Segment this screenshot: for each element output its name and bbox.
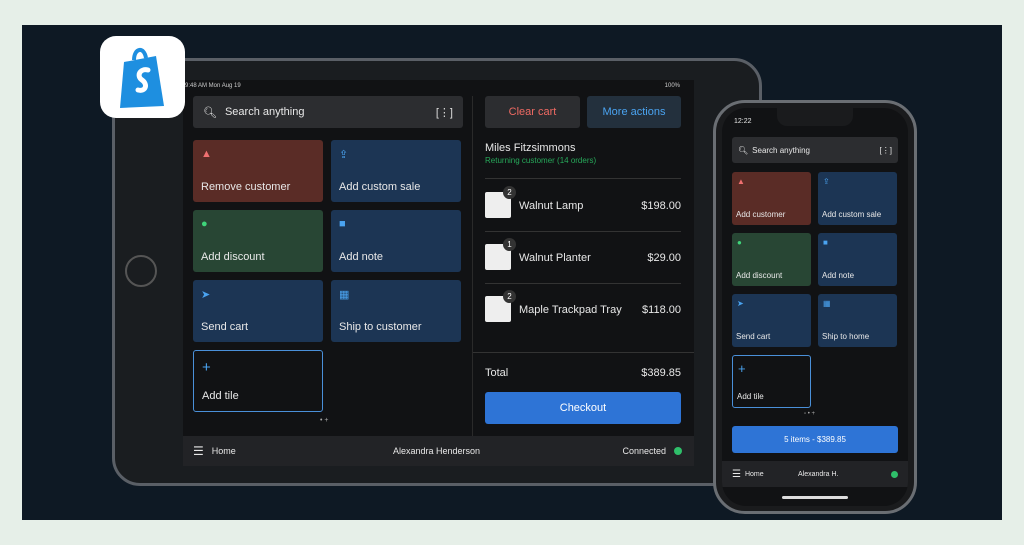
connection-status: Connected [622,446,666,456]
cart-item[interactable]: 2 Maple Trackpad Tray $118.00 [485,290,681,326]
menu-icon[interactable]: ☰ [193,444,204,458]
item-name: Maple Trackpad Tray [519,304,622,316]
tile-add-note[interactable]: ■ Add note [818,233,897,286]
tile-label: Send cart [736,332,771,341]
send-icon: ➤ [201,289,211,301]
search-icon: 🔍︎ [203,106,217,119]
discount-icon: ● [201,218,208,230]
shipping-icon: ▦ [823,299,831,308]
tile-add-custom-sale[interactable]: ⇪ Add custom sale [818,172,897,225]
tablet-screen: 9:48 AM Mon Aug 19 100% 🔍︎ Search anythi… [183,80,694,466]
item-price: $198.00 [641,200,681,212]
customer-name[interactable]: Miles Fitzsimmons [485,142,575,154]
tile-label: Add note [339,251,384,263]
cart-item[interactable]: 1 Walnut Planter $29.00 [485,238,681,274]
total-label: Total [485,367,509,379]
tile-label: Remove customer [201,181,291,193]
tile-ship-to-customer[interactable]: ▦ Ship to customer [331,280,461,342]
plus-icon: + [738,361,746,376]
home-indicator [782,496,848,499]
cart-item[interactable]: 2 Walnut Lamp $198.00 [485,186,681,222]
tile-remove-customer[interactable]: ▲ Remove customer [193,140,323,202]
checkout-button[interactable]: Checkout [485,392,681,424]
tile-ship-to-home[interactable]: ▦ Ship to home [818,294,897,347]
search-placeholder: Search anything [752,145,810,155]
tile-label: Add tile [737,392,764,401]
status-time: 12:22 [734,118,752,125]
status-battery: 100% [664,83,680,89]
tile-label: Add discount [201,251,265,263]
quantity-badge: 2 [503,186,516,199]
home-link[interactable]: Home [212,446,236,456]
clear-cart-button[interactable]: Clear cart [485,96,580,128]
tile-label: Add custom sale [339,181,421,193]
barcode-scan-icon[interactable]: [⋮] [436,106,453,119]
item-price: $118.00 [642,304,681,316]
tile-label: Add customer [736,210,786,219]
tile-add-tile[interactable]: + Add tile [732,355,811,408]
tablet-home-button [125,255,157,287]
tile-label: Add tile [202,390,239,402]
shopify-bag-icon [120,48,164,108]
tile-label: Add custom sale [822,210,882,219]
item-name: Walnut Lamp [519,200,584,212]
discount-icon: ● [737,238,742,247]
staff-name[interactable]: Alexandra Henderson [393,446,480,456]
more-actions-button[interactable]: More actions [587,96,681,128]
tile-add-discount[interactable]: ● Add discount [193,210,323,272]
staff-name[interactable]: Alexandra H. [798,471,838,478]
divider [472,96,473,436]
bottom-bar: ☰ Home Alexandra H. [722,461,908,487]
tile-add-custom-sale[interactable]: ⇪ Add custom sale [331,140,461,202]
note-icon: ■ [339,218,346,230]
item-name: Walnut Planter [519,252,591,264]
tile-label: Add discount [736,271,783,280]
phone-screen: 12:22 🔍︎ Search anything [⋮] ▲ Add custom… [722,108,908,506]
send-icon: ➤ [737,299,744,308]
barcode-scan-icon[interactable]: [⋮] [880,146,892,155]
shipping-icon: ▦ [339,289,350,301]
person-icon: ▲ [201,148,212,160]
divider [485,283,681,284]
status-time: 9:48 AM Mon Aug 19 [185,83,241,89]
total-value: $389.85 [641,367,681,379]
upload-tray-icon: ⇪ [339,149,349,161]
tile-send-cart[interactable]: ➤ Send cart [732,294,811,347]
tile-add-customer[interactable]: ▲ Add customer [732,172,811,225]
person-icon: ▲ [737,177,745,186]
bottom-bar: ☰ Home Alexandra Henderson Connected [183,436,694,466]
divider [485,178,681,179]
shopify-logo [100,36,185,118]
status-dot-icon [891,470,898,478]
quantity-badge: 1 [503,238,516,251]
tile-label: Add note [822,271,855,280]
quantity-badge: 2 [503,290,516,303]
divider [473,352,694,353]
menu-icon[interactable]: ☰ [732,469,741,480]
divider [485,231,681,232]
notch [777,108,853,126]
plus-icon: + [202,359,211,376]
tile-label: Ship to home [822,332,870,341]
page-indicator: ▫ • + [804,411,816,417]
tile-add-discount[interactable]: ● Add discount [732,233,811,286]
search-placeholder: Search anything [224,106,305,118]
tile-label: Send cart [201,321,249,333]
status-dot-icon [674,447,682,455]
note-icon: ■ [823,238,828,247]
tile-add-note[interactable]: ■ Add note [331,210,461,272]
cart-summary-button[interactable]: 5 items - $389.85 [732,426,898,453]
tile-add-tile[interactable]: + Add tile [193,350,323,412]
search-input[interactable]: 🔍︎ Search anything [⋮] [732,137,898,163]
tile-send-cart[interactable]: ➤ Send cart [193,280,323,342]
upload-tray-icon: ⇪ [823,177,830,186]
search-icon: 🔍︎ [738,145,749,155]
tile-label: Ship to customer [339,321,422,333]
item-price: $29.00 [647,252,681,264]
search-input[interactable]: 🔍︎ Search anything [⋮] [193,96,463,128]
home-link[interactable]: Home [745,471,764,478]
page-indicator: • + [320,417,329,424]
customer-status: Returning customer (14 orders) [485,156,597,165]
